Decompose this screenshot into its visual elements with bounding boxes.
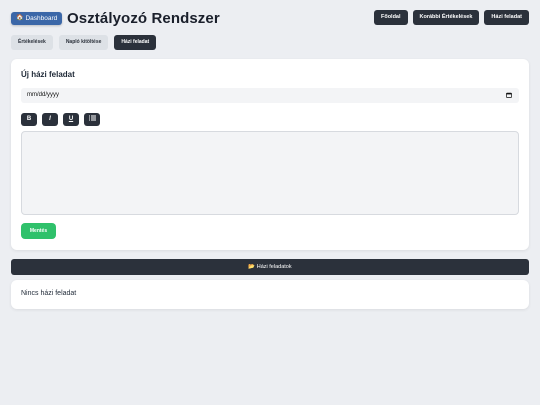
dashboard-button[interactable]: 🏠 Dashboard (11, 12, 63, 25)
calendar-icon[interactable] (506, 92, 512, 98)
editor-toolbar: B I U (21, 113, 100, 126)
list-icon (88, 115, 96, 121)
form-title: Új házi feladat (21, 70, 75, 79)
nav-home-button[interactable]: Főoldal (373, 10, 408, 25)
empty-state-text: Nincs házi feladat (21, 290, 77, 297)
top-nav: Főoldal Korábbi Értékelések Házi feladat (373, 10, 529, 25)
save-button[interactable]: Mentés (21, 223, 56, 239)
page-title: Osztályozó Rendszer (67, 10, 220, 27)
homework-editor[interactable] (21, 131, 519, 215)
tab-bar: Értékelések Napló kitöltése Házi feladat (11, 35, 157, 50)
tab-fill-log[interactable]: Napló kitöltése (58, 35, 109, 50)
nav-homework-button[interactable]: Házi feladat (484, 10, 529, 25)
italic-button[interactable]: I (42, 113, 58, 126)
tab-homework[interactable]: Házi feladat (114, 35, 157, 50)
dashboard-label: Dashboard (25, 15, 58, 22)
date-input[interactable]: mm/dd/yyyy (21, 88, 519, 103)
date-input-value: mm/dd/yyyy (27, 92, 60, 98)
header: 🏠 Dashboard Osztályozó Rendszer Főoldal … (11, 9, 529, 29)
homework-list-header[interactable]: 📂 Házi feladatok (11, 259, 529, 275)
underline-button[interactable]: U (63, 113, 79, 126)
nav-previous-evaluations-button[interactable]: Korábbi Értékelések (412, 10, 480, 25)
new-homework-card: Új házi feladat mm/dd/yyyy B I U Mentés (11, 59, 529, 250)
tab-evaluations[interactable]: Értékelések (11, 35, 53, 50)
home-icon: 🏠 (16, 15, 24, 21)
list-button[interactable] (84, 113, 100, 126)
homework-list-card: Nincs házi feladat (11, 280, 529, 309)
bold-button[interactable]: B (21, 113, 37, 126)
